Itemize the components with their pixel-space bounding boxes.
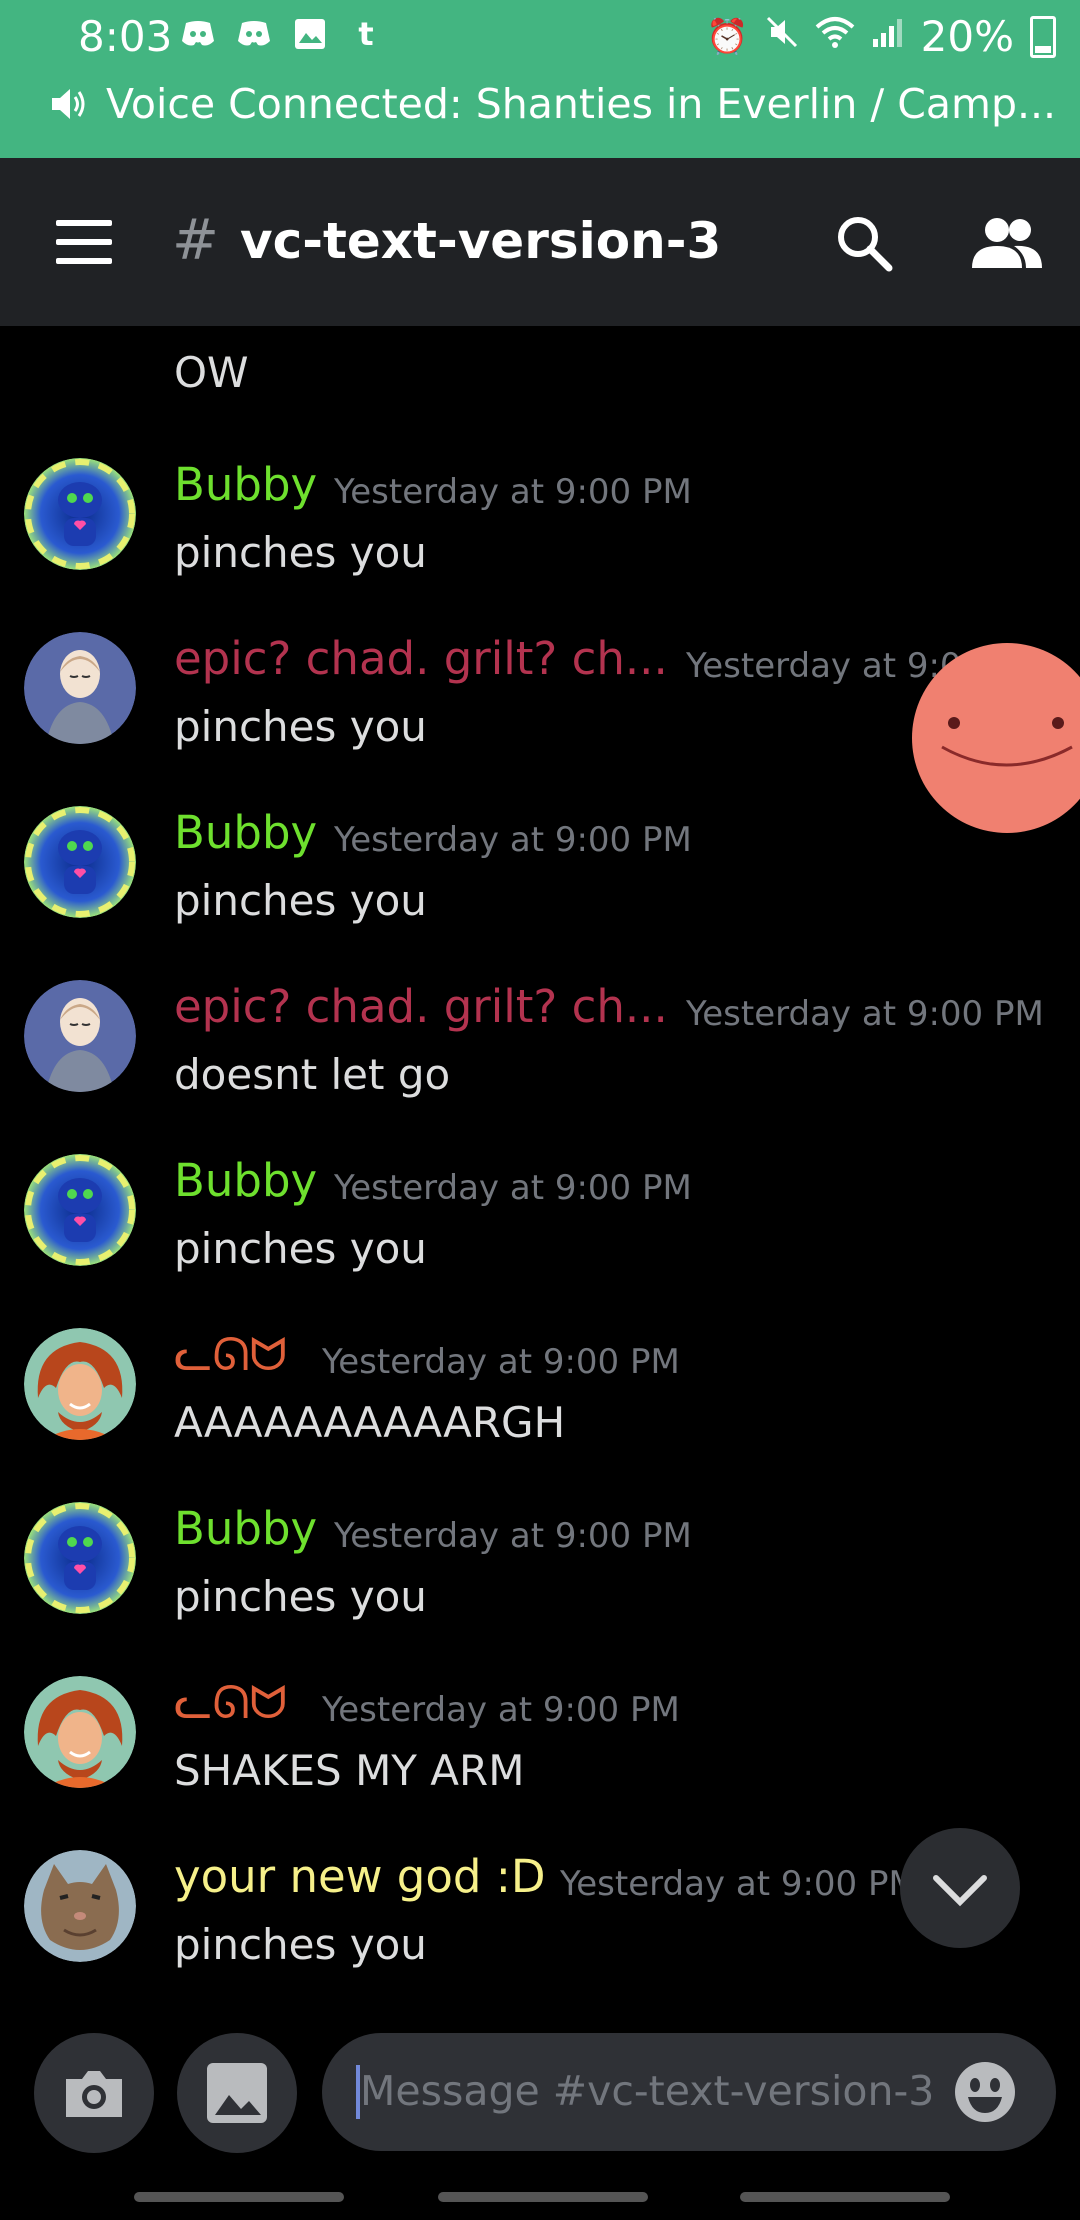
message-timestamp: Yesterday at 9:00 PM	[322, 1690, 680, 1730]
message-timestamp: Yesterday at 9:00 PM	[686, 994, 1044, 1034]
battery-icon	[1030, 15, 1056, 58]
jump-to-bottom-button[interactable]	[900, 1828, 1020, 1948]
message-timestamp: Yesterday at 9:00 PM	[560, 1864, 918, 1904]
avatar[interactable]	[24, 632, 136, 744]
author-name[interactable]: Bubby	[174, 806, 317, 859]
status-bar: 8:03 t ⏰ 20%	[0, 0, 1080, 76]
message-timestamp: Yesterday at 9:00 PM	[334, 472, 692, 512]
nav-handle[interactable]	[438, 2192, 648, 2202]
message-text: pinches you	[174, 1572, 427, 1621]
message-row[interactable]: Bubby Yesterday at 9:00 PM pinches you	[0, 1490, 1080, 1662]
message-text: pinches you	[174, 702, 427, 751]
author-name[interactable]: epic? chad. grilt? ch...	[174, 980, 668, 1033]
speaker-icon	[52, 89, 85, 119]
discord-icon	[236, 16, 272, 52]
avatar[interactable]	[24, 458, 136, 570]
message-text: pinches you	[174, 876, 427, 925]
message-timestamp: Yesterday at 9:00 PM	[334, 1168, 692, 1208]
avatar[interactable]	[24, 1502, 136, 1614]
message-timestamp: Yesterday at 9:00 PM	[334, 1516, 692, 1556]
discord-icon	[180, 16, 216, 52]
system-icons: ⏰ 20%	[706, 12, 1056, 61]
mute-icon	[765, 15, 799, 58]
emoji-icon[interactable]	[954, 2061, 1016, 2123]
gallery-icon	[292, 16, 328, 52]
message-timestamp: Yesterday at 9:00 PM	[334, 820, 692, 860]
channel-name[interactable]: vc-text-version-3	[240, 212, 721, 270]
voice-connected-text: Voice Connected: Shanties in Everlin / C…	[106, 80, 1057, 128]
nav-handle[interactable]	[740, 2192, 950, 2202]
battery-percent: 20%	[920, 12, 1014, 61]
author-name[interactable]: Bubby	[174, 458, 317, 511]
notification-icons: t	[180, 15, 384, 53]
gallery-button[interactable]	[177, 2033, 297, 2153]
message-timestamp: Yesterday at 9:00 PM	[322, 1342, 680, 1382]
chevron-down-icon	[933, 1875, 987, 1907]
avatar[interactable]	[24, 1676, 136, 1788]
message-list[interactable]: OW Bubby Yesterday at 9:00 PM pinches yo…	[0, 326, 1080, 2032]
avatar[interactable]	[24, 980, 136, 1092]
channel-hash-icon: #	[172, 208, 219, 273]
message-row[interactable]: Bubby Yesterday at 9:00 PM pinches you	[0, 1142, 1080, 1314]
message-row[interactable]: ᓚᘏᗢ Yesterday at 9:00 PM AAAAAAAAAARGH	[0, 1316, 1080, 1488]
avatar[interactable]	[24, 806, 136, 918]
channel-header: # vc-text-version-3	[0, 158, 1080, 326]
message-input[interactable]: Message #vc-text-version-3	[322, 2033, 1056, 2151]
author-name[interactable]: ᓚᘏᗢ	[174, 1328, 287, 1382]
message-row[interactable]: ᓚᘏᗢ Yesterday at 9:00 PM SHAKES MY ARM	[0, 1664, 1080, 1836]
camera-icon	[66, 2071, 122, 2117]
members-icon[interactable]	[972, 216, 1042, 272]
signal-icon	[871, 15, 905, 58]
message-row[interactable]: Bubby Yesterday at 9:00 PM pinches you	[0, 446, 1080, 618]
image-icon	[207, 2063, 267, 2123]
menu-icon[interactable]	[56, 220, 112, 264]
search-icon[interactable]	[834, 213, 894, 273]
message-text: pinches you	[174, 1920, 427, 1969]
author-name[interactable]: epic? chad. grilt? ch...	[174, 632, 668, 685]
message-text: pinches you	[174, 1224, 427, 1273]
floating-chat-head[interactable]	[912, 643, 1080, 833]
camera-button[interactable]	[34, 2033, 154, 2153]
avatar[interactable]	[24, 1850, 136, 1962]
author-name[interactable]: Bubby	[174, 1154, 317, 1207]
status-time: 8:03	[78, 12, 173, 61]
voice-status[interactable]: Voice Connected: Shanties in Everlin / C…	[48, 80, 1056, 128]
author-name[interactable]: your new god :D	[174, 1850, 546, 1903]
avatar[interactable]	[24, 1154, 136, 1266]
message-text: doesnt let go	[174, 1050, 451, 1099]
message-text: pinches you	[174, 528, 427, 577]
message-row[interactable]: epic? chad. grilt? ch... Yesterday at 9:…	[0, 968, 1080, 1140]
avatar[interactable]	[24, 1328, 136, 1440]
message-text: AAAAAAAAAARGH	[174, 1398, 566, 1447]
message-placeholder: Message #vc-text-version-3	[360, 2067, 935, 2115]
author-name[interactable]: ᓚᘏᗢ	[174, 1676, 287, 1730]
wifi-icon	[815, 15, 855, 58]
nav-handle[interactable]	[134, 2192, 344, 2202]
message-text: SHAKES MY ARM	[174, 1746, 525, 1795]
message-text: OW	[174, 348, 249, 397]
tumblr-icon: t	[358, 15, 374, 53]
gesture-bar	[0, 2176, 1080, 2220]
author-name[interactable]: Bubby	[174, 1502, 317, 1555]
voice-connected-banner[interactable]: 8:03 t ⏰ 20% Voice Connected: Shanties i…	[0, 0, 1080, 158]
alarm-icon: ⏰	[706, 16, 749, 57]
